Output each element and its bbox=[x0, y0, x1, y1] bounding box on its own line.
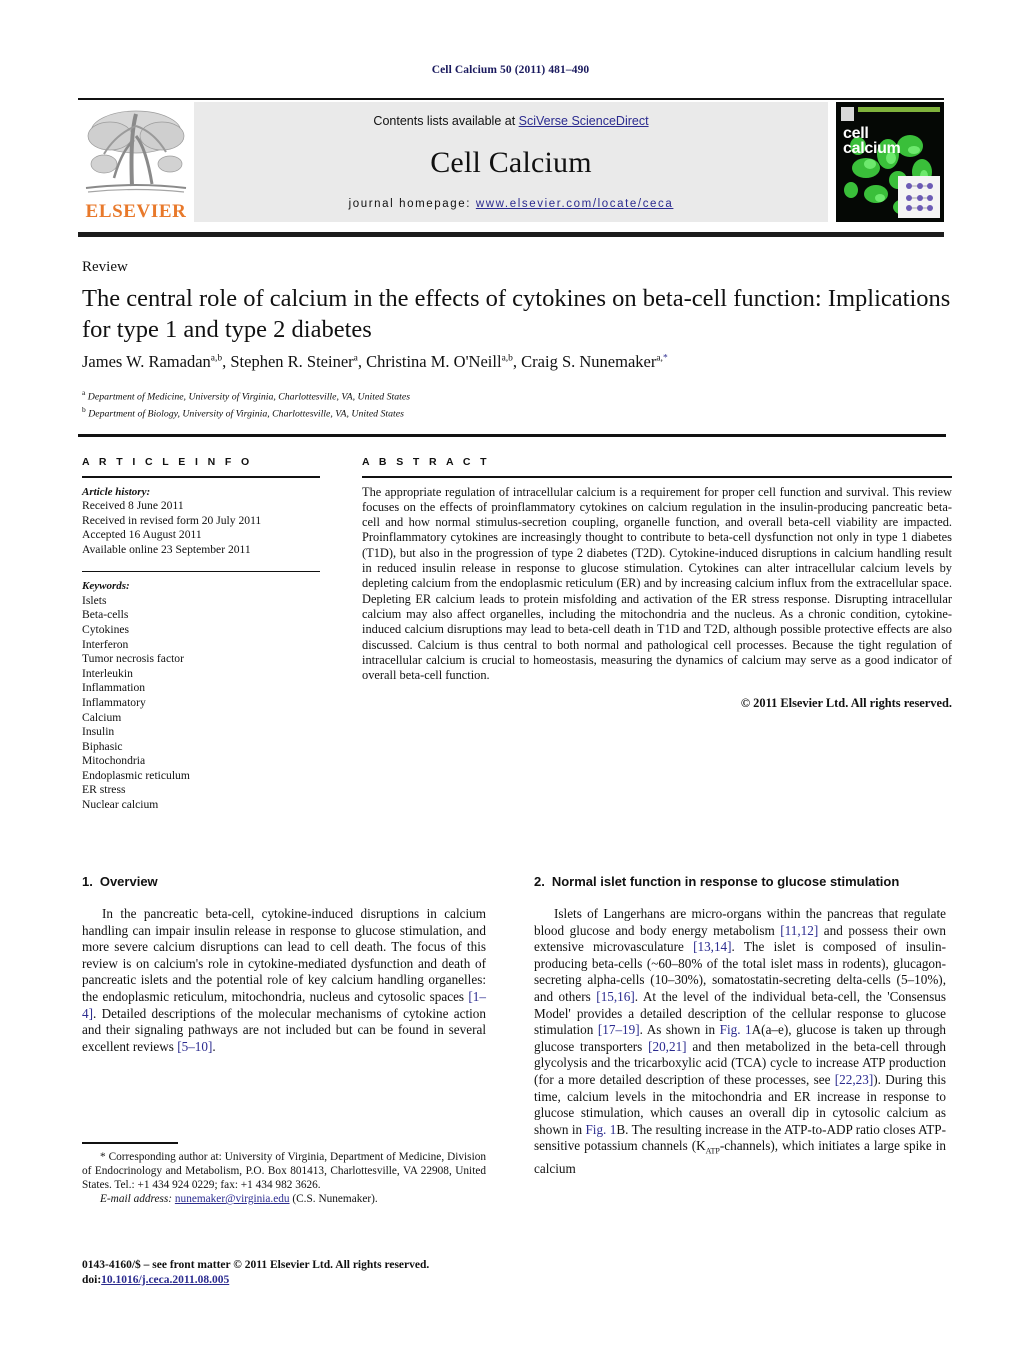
doi-link[interactable]: 10.1016/j.ceca.2011.08.005 bbox=[101, 1274, 229, 1286]
keyword-item: Interferon bbox=[82, 637, 129, 651]
footnote-rule bbox=[82, 1142, 178, 1144]
abstract-heading: A B S T R A C T bbox=[362, 456, 490, 468]
keywords-list: Keywords: Islets Beta-cells Cytokines In… bbox=[82, 579, 320, 813]
homepage-prefix: journal homepage: bbox=[348, 198, 476, 210]
affiliation-b: b Department of Biology, University of V… bbox=[82, 405, 404, 420]
issn-line: 0143-4160/$ – see front matter © 2011 El… bbox=[82, 1259, 430, 1271]
issn-copyright-block: 0143-4160/$ – see front matter © 2011 El… bbox=[82, 1258, 502, 1287]
article-history-block: Article history: Received 8 June 2011 Re… bbox=[82, 485, 320, 558]
keyword-item: Biphasic bbox=[82, 739, 123, 753]
keyword-item: Mitochondria bbox=[82, 754, 146, 768]
doi-line: doi:10.1016/j.ceca.2011.08.005 bbox=[82, 1273, 502, 1288]
corresponding-author-footnote: * Corresponding author at: University of… bbox=[82, 1150, 486, 1206]
journal-title: Cell Calcium bbox=[430, 146, 592, 179]
contents-prefix: Contents lists available at bbox=[373, 114, 519, 128]
keyword-item: Insulin bbox=[82, 725, 115, 739]
cover-inset-network-icon bbox=[898, 176, 940, 218]
section-1-paragraph: In the pancreatic beta-cell, cytokine-in… bbox=[82, 906, 486, 1054]
journal-masthead: ELSEVIER Contents lists available at Sci… bbox=[78, 98, 944, 222]
cover-elsevier-badge bbox=[841, 107, 854, 121]
article-type-label: Review bbox=[82, 259, 128, 275]
masthead-bottom-rule bbox=[78, 232, 944, 237]
cover-inset-diagram bbox=[898, 176, 940, 218]
cover-title-line2: calcium bbox=[843, 140, 901, 157]
article-title: The central role of calcium in the effec… bbox=[82, 285, 951, 343]
keyword-item: Inflammation bbox=[82, 681, 146, 695]
history-item: Received 8 June 2011 bbox=[82, 499, 184, 513]
body-column-left: 1. Overview In the pancreatic beta-cell, … bbox=[82, 874, 486, 1055]
keyword-item: Islets bbox=[82, 593, 107, 607]
affiliation-b-text: Department of Biology, University of Vir… bbox=[88, 408, 404, 420]
doi-prefix: doi: bbox=[82, 1273, 102, 1286]
journal-article-page: Cell Calcium 50 (2011) 481–490 ELSEVIER … bbox=[0, 0, 1021, 1351]
journal-homepage-line: journal homepage: www.elsevier.com/locat… bbox=[194, 198, 828, 210]
section-2-title: Normal islet function in response to glu… bbox=[551, 874, 900, 889]
keyword-item: Calcium bbox=[82, 710, 122, 724]
history-item: Available online 23 September 2011 bbox=[82, 542, 251, 556]
body-column-right: 2. Normal islet function in response to g… bbox=[534, 874, 946, 1177]
corresponding-author-text: * Corresponding author at: University of… bbox=[82, 1151, 486, 1191]
abstract-copyright: © 2011 Elsevier Ltd. All rights reserved… bbox=[740, 696, 952, 711]
email-link[interactable]: nunemaker@virginia.edu bbox=[175, 1193, 290, 1205]
history-item: Received in revised form 20 July 2011 bbox=[82, 513, 262, 527]
keyword-item: Beta-cells bbox=[82, 608, 129, 622]
journal-homepage-link[interactable]: www.elsevier.com/locate/ceca bbox=[476, 198, 674, 210]
cover-image: cell calcium bbox=[836, 102, 944, 222]
article-info-column: A R T I C L E I N F O Article history: R… bbox=[82, 456, 320, 813]
keyword-item: Cytokines bbox=[82, 622, 130, 636]
keyword-item: ER stress bbox=[82, 783, 126, 797]
elsevier-wordmark: ELSEVIER bbox=[85, 201, 187, 222]
section-1-title: Overview bbox=[99, 874, 158, 889]
abstract-rule bbox=[362, 476, 952, 478]
elsevier-tree-icon bbox=[85, 110, 187, 193]
keyword-item: Nuclear calcium bbox=[82, 798, 159, 812]
affiliations: a Department of Medicine, University of … bbox=[82, 386, 682, 421]
keyword-item: Interleukin bbox=[82, 666, 133, 680]
abstract-column: A B S T R A C T The appropriate regulati… bbox=[362, 456, 952, 711]
contents-available-line: Contents lists available at SciVerse Sci… bbox=[194, 114, 828, 128]
section-2-number: 2. bbox=[534, 874, 545, 889]
author-list: James W. Ramadana,b, Stephen R. Steinera… bbox=[82, 352, 668, 371]
article-info-heading: A R T I C L E I N F O bbox=[82, 456, 253, 468]
article-info-rule bbox=[82, 476, 320, 478]
article-history-label: Article history: bbox=[82, 485, 151, 498]
cover-journal-name: cell calcium bbox=[843, 126, 901, 157]
section-1-heading: 1. Overview bbox=[82, 874, 486, 889]
journal-band: Contents lists available at SciVerse Sci… bbox=[194, 102, 828, 222]
affiliation-a: a Department of Medicine, University of … bbox=[82, 388, 411, 403]
history-item: Accepted 16 August 2011 bbox=[82, 528, 202, 542]
keywords-rule bbox=[82, 570, 320, 573]
email-suffix: (C.S. Nunemaker). bbox=[289, 1193, 378, 1205]
email-label: E-mail address: bbox=[100, 1193, 173, 1205]
keywords-block: Keywords: Islets Beta-cells Cytokines In… bbox=[82, 570, 320, 813]
journal-cover-thumbnail: cell calcium bbox=[836, 102, 944, 222]
elsevier-logo: ELSEVIER bbox=[78, 102, 194, 222]
section-1-number: 1. bbox=[82, 874, 93, 889]
keyword-item: Endoplasmic reticulum bbox=[82, 768, 190, 782]
sciencedirect-link[interactable]: SciVerse ScienceDirect bbox=[519, 114, 649, 128]
cover-top-bar bbox=[858, 107, 940, 112]
keyword-item: Inflammatory bbox=[82, 695, 146, 709]
section-2-heading: 2. Normal islet function in response to g… bbox=[534, 874, 946, 889]
section-2-paragraph: Islets of Langerhans are micro-organs wi… bbox=[534, 906, 947, 1176]
keyword-item: Tumor necrosis factor bbox=[82, 652, 184, 666]
affiliation-a-text: Department of Medicine, University of Vi… bbox=[87, 391, 411, 403]
abstract-text: The appropriate regulation of intracellu… bbox=[362, 484, 952, 683]
running-head: Cell Calcium 50 (2011) 481–490 bbox=[431, 64, 590, 76]
title-bottom-rule bbox=[78, 434, 946, 437]
email-line: E-mail address: nunemaker@virginia.edu (… bbox=[82, 1192, 486, 1206]
keywords-label: Keywords: bbox=[82, 580, 130, 593]
